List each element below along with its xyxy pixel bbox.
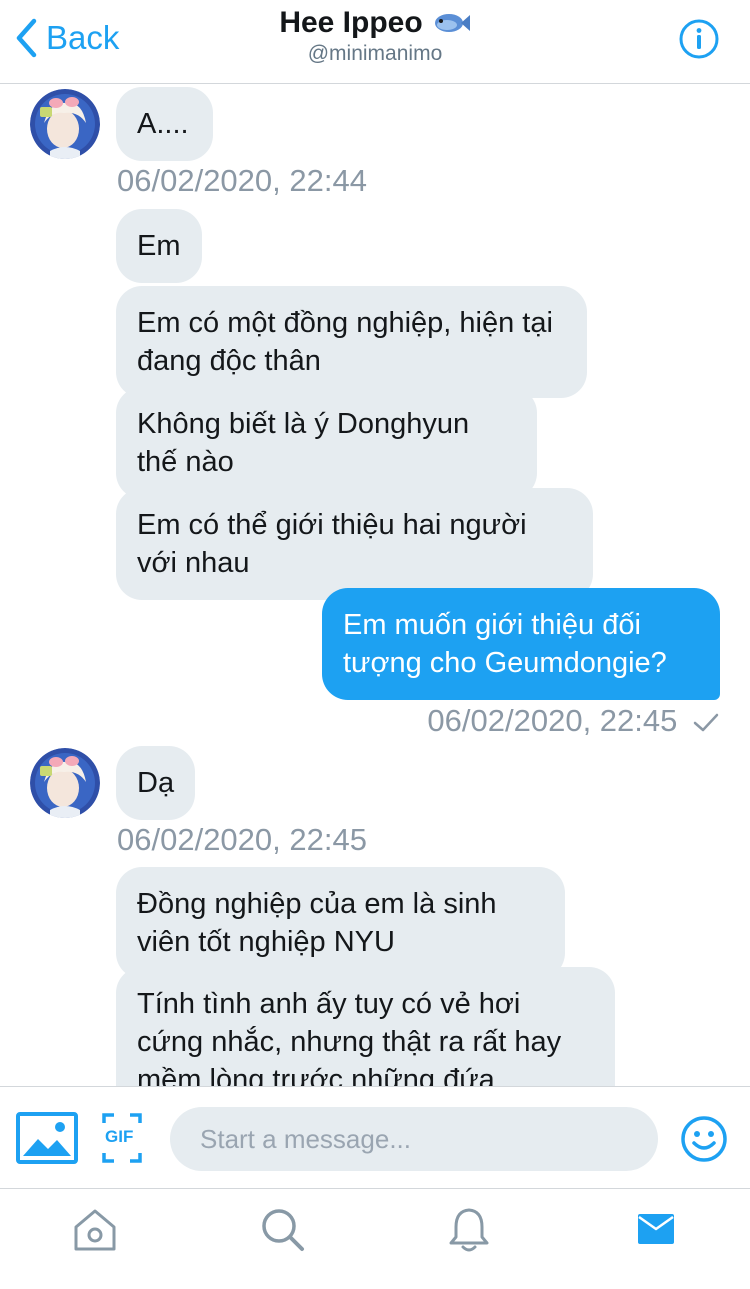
message-text: Em muốn giới thiệu đối tượng cho Geumdon… bbox=[343, 609, 667, 679]
tab-notifications[interactable] bbox=[448, 1207, 490, 1258]
message-text: Tính tình anh ấy tuy có vẻ hơi cứng nhắc… bbox=[137, 988, 562, 1086]
fish-icon bbox=[434, 14, 470, 32]
conversation-header: Back Hee Ippeo @minimanimo bbox=[0, 0, 750, 84]
checkmark-icon bbox=[693, 713, 719, 732]
message-bubble-received[interactable]: Em có một đồng nghiệp, hiện tại đang độc… bbox=[116, 286, 587, 398]
user-handle: @minimanimo bbox=[307, 42, 443, 65]
message-timestamp-sent: 06/02/2020, 22:45 bbox=[427, 703, 720, 739]
search-icon bbox=[262, 1209, 304, 1251]
message-text: Em có thể giới thiệu hai người với nhau bbox=[137, 509, 527, 579]
emoji-button[interactable] bbox=[680, 1115, 728, 1168]
add-photo-button[interactable] bbox=[16, 1112, 78, 1169]
tab-bar bbox=[0, 1188, 750, 1289]
message-thread[interactable]: A.... 06/02/2020, 22:44 Em Em có một đồn… bbox=[0, 85, 750, 1086]
message-bubble-sent[interactable]: Em muốn giới thiệu đối tượng cho Geumdon… bbox=[322, 588, 720, 700]
message-input[interactable] bbox=[170, 1107, 658, 1171]
message-bubble-received[interactable]: Tính tình anh ấy tuy có vẻ hơi cứng nhắc… bbox=[116, 967, 615, 1086]
timestamp-text: 06/02/2020, 22:45 bbox=[427, 703, 678, 738]
message-timestamp: 06/02/2020, 22:45 bbox=[117, 822, 367, 857]
avatar[interactable] bbox=[30, 748, 100, 818]
info-icon bbox=[679, 19, 719, 59]
message-bubble-received[interactable]: Dạ bbox=[116, 746, 195, 820]
message-bubble-received[interactable]: A.... bbox=[116, 87, 213, 161]
home-icon bbox=[74, 1209, 116, 1251]
add-gif-button[interactable]: GIF bbox=[102, 1113, 142, 1168]
message-text: Đồng nghiệp của em là sinh viên tốt nghi… bbox=[137, 888, 497, 958]
image-icon bbox=[16, 1112, 78, 1164]
message-text: Em bbox=[137, 230, 181, 262]
tab-messages[interactable] bbox=[637, 1207, 675, 1258]
message-timestamp: 06/02/2020, 22:44 bbox=[117, 163, 367, 198]
conversation-title-block[interactable]: Hee Ippeo @minimanimo bbox=[0, 6, 750, 66]
tab-home[interactable] bbox=[73, 1207, 117, 1258]
message-text: A.... bbox=[137, 108, 189, 140]
message-composer: GIF bbox=[0, 1086, 750, 1188]
message-text: Không biết là ý Donghyun thế nào bbox=[137, 408, 470, 478]
message-bubble-received[interactable]: Em bbox=[116, 209, 202, 283]
message-bubble-received[interactable]: Không biết là ý Donghyun thế nào bbox=[116, 387, 537, 499]
message-text: Dạ bbox=[137, 767, 175, 799]
avatar[interactable] bbox=[30, 89, 100, 159]
bell-icon bbox=[449, 1208, 489, 1252]
message-text: Em có một đồng nghiệp, hiện tại đang độc… bbox=[137, 307, 553, 377]
mail-icon bbox=[638, 1214, 674, 1244]
smiley-icon bbox=[681, 1116, 727, 1162]
message-bubble-received[interactable]: Em có thể giới thiệu hai người với nhau bbox=[116, 488, 593, 600]
message-bubble-received[interactable]: Đồng nghiệp của em là sinh viên tốt nghi… bbox=[116, 867, 565, 979]
info-button[interactable] bbox=[678, 18, 720, 65]
tab-search[interactable] bbox=[260, 1207, 306, 1258]
page-title: Hee Ippeo bbox=[279, 6, 423, 39]
gif-label: GIF bbox=[105, 1127, 134, 1146]
